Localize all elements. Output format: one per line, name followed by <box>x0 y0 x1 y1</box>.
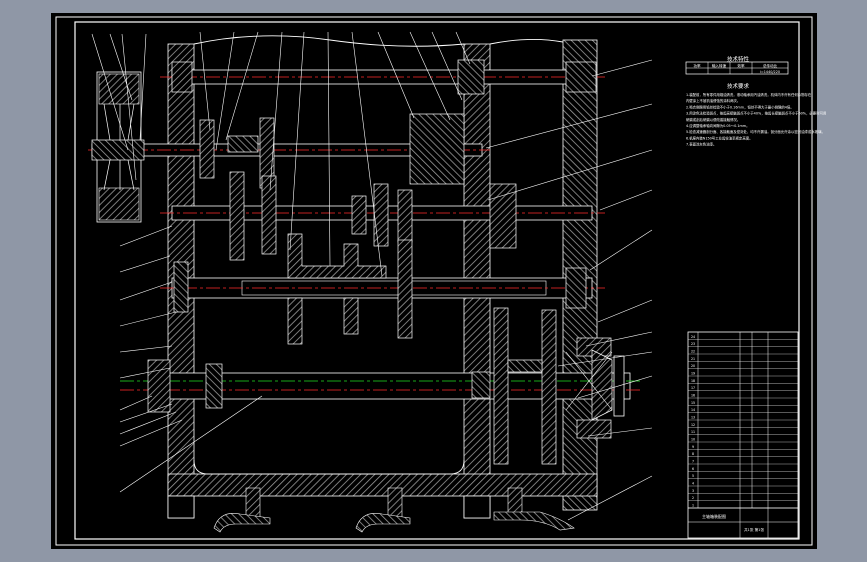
bom-row-number: 4 <box>692 482 694 486</box>
bom-row-number: 20 <box>691 364 695 368</box>
title-block-name: 主轴箱装配图 <box>702 513 726 519</box>
bearing-6[interactable] <box>205 363 223 409</box>
tech-req-line: 3.用涂色法检验斑点，按齿高接触斑点不小于40%，按齿长接触斑点不小于50%，必… <box>686 111 826 116</box>
bearing-5[interactable] <box>147 359 171 413</box>
tech-header-1: 输入转速 <box>712 63 727 68</box>
bottom-wall <box>167 473 598 497</box>
left-foot <box>167 495 195 519</box>
tech-value-3: i=1440/220 <box>760 70 780 74</box>
bom-row-number: 7 <box>692 460 694 464</box>
cap-top-left <box>171 61 193 93</box>
bom-row-number: 13 <box>691 416 695 420</box>
gear-a3[interactable] <box>227 135 259 153</box>
assembly-drawing[interactable]: 技术特性 功率 输入转速 效率 总传动比 i=1440/220 技术要求 1.装… <box>0 0 867 562</box>
bom-row-number: 8 <box>692 452 694 456</box>
bom-row-number: 6 <box>692 467 694 471</box>
bearing-3[interactable] <box>173 261 189 313</box>
gear-d1[interactable] <box>493 307 509 465</box>
cap-top-right <box>565 61 597 93</box>
bearing-4[interactable] <box>565 267 587 309</box>
pulley-hub <box>91 139 145 161</box>
bearing-2[interactable] <box>489 183 517 249</box>
bom-row-number: 14 <box>691 408 695 412</box>
cap-top-mid <box>457 59 485 95</box>
bom-row-number: 22 <box>691 350 695 354</box>
pulley-upper-hatch <box>98 73 140 105</box>
tech-req-line: 7.表面涂灰色油漆。 <box>686 142 716 147</box>
gear-b4[interactable] <box>373 183 389 247</box>
tech-header-0: 功率 <box>693 63 701 68</box>
bom-row-number: 18 <box>691 379 695 383</box>
gear-a1[interactable] <box>199 119 215 179</box>
gear-b5[interactable] <box>397 189 413 243</box>
gear-d3[interactable] <box>507 359 543 373</box>
cad-viewport[interactable]: 技术特性 功率 输入转速 效率 总传动比 i=1440/220 技术要求 1.装… <box>0 0 867 562</box>
bom-row-number: 9 <box>692 445 694 449</box>
gear-c3[interactable] <box>397 239 413 339</box>
tech-req-line: 研磨或刮后研磨以便改善接触情况。 <box>686 117 740 122</box>
tech-req-line: 5.检查减速器剖分面、各接触面及密封处，均不许漏油。剖分面允许涂以密封油漆或水玻… <box>686 129 825 134</box>
bom-row-number: 19 <box>691 372 695 376</box>
bolt-1[interactable] <box>245 487 261 519</box>
tech-header-2: 效率 <box>737 63 745 68</box>
bom-row-number: 17 <box>691 386 695 390</box>
bom-row-number: 24 <box>691 335 695 339</box>
bolt-2[interactable] <box>387 487 403 519</box>
gear-b2[interactable] <box>261 175 277 255</box>
tech-req-line: 内壁涂上不被机油侵蚀的涂料两次。 <box>686 98 740 103</box>
bom-row-number: 15 <box>691 401 695 405</box>
v-belt-pulley[interactable] <box>91 71 145 223</box>
bom-row-number: 11 <box>691 430 695 434</box>
tech-req-line: 4.应调整轴承轴向间隙为0.05～0.1mm。 <box>686 123 749 128</box>
bom-row-number: 23 <box>691 342 695 346</box>
pulley-lower-hatch <box>98 187 140 221</box>
tech-req-line: 1.装配前，所有零件用煤油清洗，滚动轴承用汽油清洗，机体内不许有任何杂物存在， <box>686 92 815 97</box>
gear-b1[interactable] <box>229 171 245 261</box>
bom-row-number: 5 <box>692 474 694 478</box>
bom-row-number: 21 <box>691 357 695 361</box>
bom-row-number: 1 <box>692 504 694 508</box>
bom-row-number: 2 <box>692 496 694 500</box>
right-foot <box>463 495 491 519</box>
tech-req-line: 2.啮合侧隙用铅丝检验不小于0.16mm，铅丝不得大于最小侧隙的4倍。 <box>686 104 794 109</box>
gear-c2[interactable] <box>343 297 359 335</box>
gear-b3[interactable] <box>351 195 367 235</box>
bom-row-number: 3 <box>692 489 694 493</box>
gear-c1[interactable] <box>287 297 303 345</box>
tech-req-title: 技术要求 <box>727 82 750 90</box>
bom-row-number: 12 <box>691 423 695 427</box>
bearing-7[interactable] <box>471 371 491 399</box>
bearing-1[interactable] <box>409 113 465 185</box>
tech-header-3: 总传动比 <box>763 63 778 68</box>
tech-req-line: 6.机座内装N150号工业齿轮油至规定高度。 <box>686 135 753 140</box>
title-block-sheet: 共1张 第1张 <box>744 527 764 532</box>
gear-d2[interactable] <box>541 309 557 465</box>
bom-row-number: 16 <box>691 394 695 398</box>
bom-row-number: 10 <box>691 438 695 442</box>
